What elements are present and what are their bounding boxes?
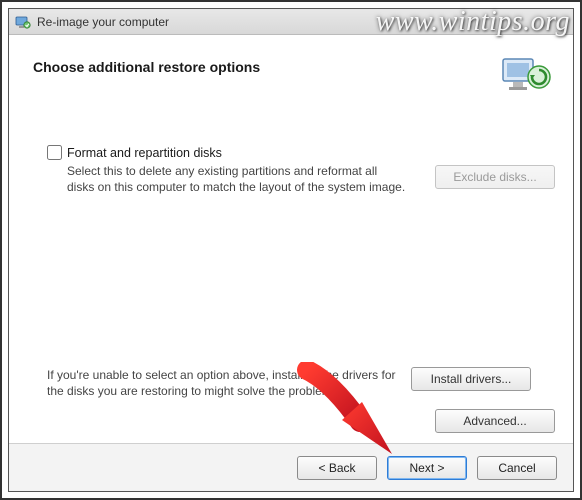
wizard-header: Choose additional restore options	[9, 35, 573, 115]
format-repartition-checkbox[interactable]	[47, 145, 62, 160]
exclude-disks-button: Exclude disks...	[435, 165, 555, 189]
format-repartition-label: Format and repartition disks	[67, 146, 222, 160]
back-button[interactable]: < Back	[297, 456, 377, 480]
format-repartition-description: Select this to delete any existing parti…	[67, 163, 407, 195]
install-drivers-description: If you're unable to select an option abo…	[47, 367, 397, 399]
install-drivers-button[interactable]: Install drivers...	[411, 367, 531, 391]
restore-icon	[499, 49, 555, 105]
cancel-button[interactable]: Cancel	[477, 456, 557, 480]
title-bar: Re-image your computer	[9, 9, 573, 35]
format-option-row: Format and repartition disks Select this…	[47, 145, 555, 195]
wizard-footer: < Back Next > Cancel	[9, 443, 573, 491]
reimage-dialog: Re-image your computer Choose additional…	[8, 8, 574, 492]
app-icon	[15, 14, 31, 30]
next-button[interactable]: Next >	[387, 456, 467, 480]
page-heading: Choose additional restore options	[33, 59, 260, 75]
advanced-button[interactable]: Advanced...	[435, 409, 555, 433]
window-title: Re-image your computer	[37, 15, 169, 29]
wizard-content: Format and repartition disks Select this…	[9, 115, 573, 443]
